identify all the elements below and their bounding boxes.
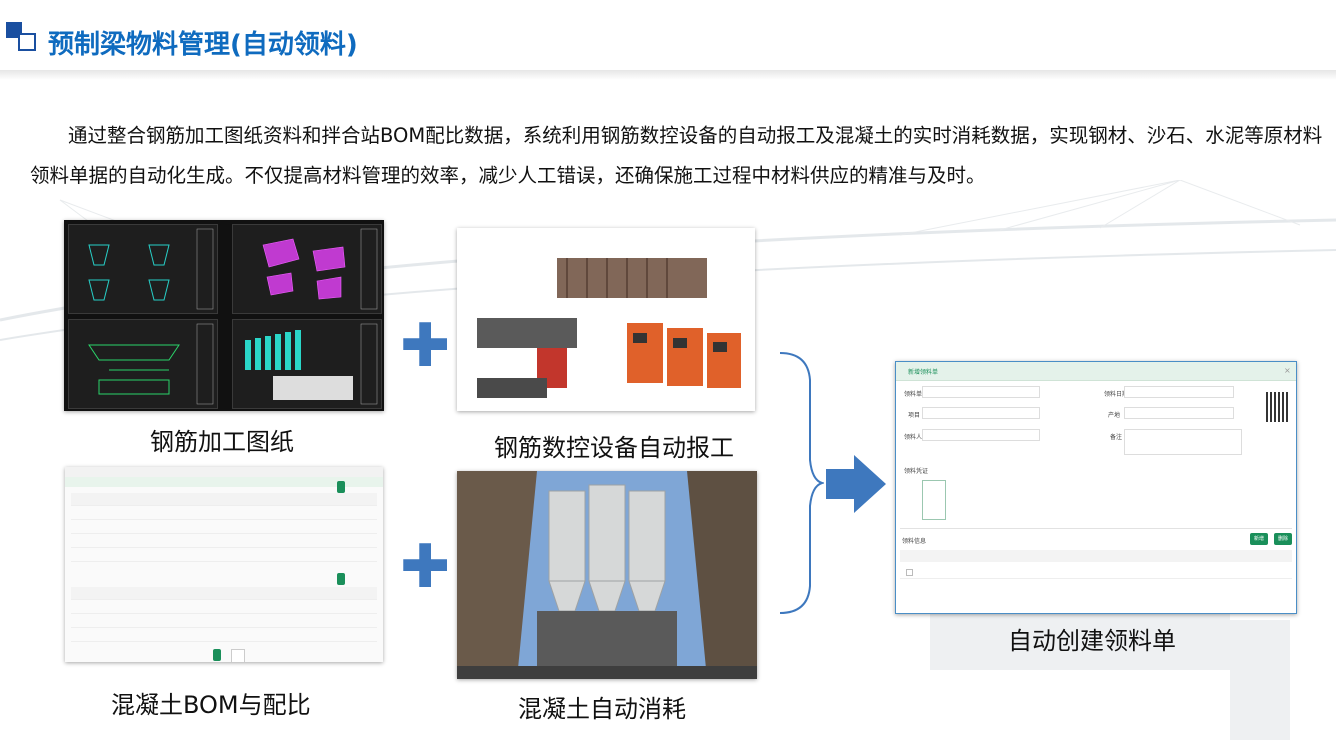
table-row [71,535,377,548]
caption-auto-requisition: 自动创建领料单 [1008,627,1176,655]
origin-select[interactable] [1124,407,1234,419]
requester-input[interactable] [922,429,1040,441]
concrete-plant-image [457,471,757,679]
bom-add-button-2[interactable] [337,573,345,585]
upload-voucher-box[interactable] [922,480,946,520]
field-label-5: 备注 [1110,434,1123,441]
table-header-row [900,550,1292,562]
table-row [900,566,1292,579]
cnc-machines-drawing [477,258,741,398]
table-row [71,629,377,642]
cnc-equipment-image [457,228,755,411]
bom-close-button[interactable] [231,649,245,662]
cad-sketch-3 [88,323,214,405]
cad-sketch-2 [262,228,378,310]
section-divider [900,528,1292,529]
table-row [71,507,377,520]
row-checkbox[interactable] [906,569,913,576]
form-header-bar [896,362,1296,381]
form-header-title: 新增领料单 [908,369,939,376]
bom-tab-strip [65,477,383,487]
requisition-form-screenshot: 新增领料单 × 领料单号 领料日期 项目 产地 领料人 备注 领料凭证 领料信息… [895,361,1297,614]
concrete-bom-screenshot [65,467,383,662]
field-label-3: 产地 [1108,412,1121,419]
header-divider [0,70,1336,80]
concrete-plant-drawing [457,471,757,679]
req-no-input[interactable] [922,386,1040,398]
plus-icon: ✚ [400,311,451,381]
req-date-input[interactable] [1124,386,1234,398]
field-label-6: 领料凭证 [904,468,929,475]
caption-concrete-consume: 混凝土自动消耗 [518,695,686,723]
field-label-4: 领料人 [904,434,923,441]
table-row [71,493,377,506]
add-row-button[interactable]: 新增 [1250,533,1269,545]
project-select[interactable] [922,407,1040,419]
field-label-2: 项目 [908,412,921,419]
plus-icon-2: ✚ [400,532,451,602]
table-row [71,549,377,562]
cad-sketch-4 [245,323,378,405]
table-row [71,521,377,534]
delete-row-button[interactable]: 删除 [1274,533,1293,545]
caption-rebar-drawings: 钢筋加工图纸 [150,428,294,456]
close-icon[interactable]: × [1284,366,1291,375]
intro-paragraph: 通过整合钢筋加工图纸资料和拌合站BOM配比数据，系统利用钢筋数控设备的自动报工及… [30,124,1323,187]
rebar-drawing-image [64,220,384,411]
right-brace-icon [779,352,824,614]
caption-concrete-bom: 混凝土BOM与配比 [111,691,311,719]
table-row [71,601,377,614]
qr-code-image [1266,392,1288,422]
right-arrow-icon [826,455,886,513]
section-title: 领料信息 [902,538,927,545]
caption-cnc-report: 钢筋数控设备自动报工 [494,434,734,462]
table-row [71,587,377,600]
cad-sketch-1 [88,228,214,310]
logo-outline-icon [18,33,36,51]
remark-textarea[interactable] [1124,429,1242,455]
bom-save-button[interactable] [213,649,221,661]
page-title: 预制梁物料管理(自动领料) [48,30,358,60]
bom-add-button[interactable] [337,481,345,493]
table-row [71,615,377,628]
